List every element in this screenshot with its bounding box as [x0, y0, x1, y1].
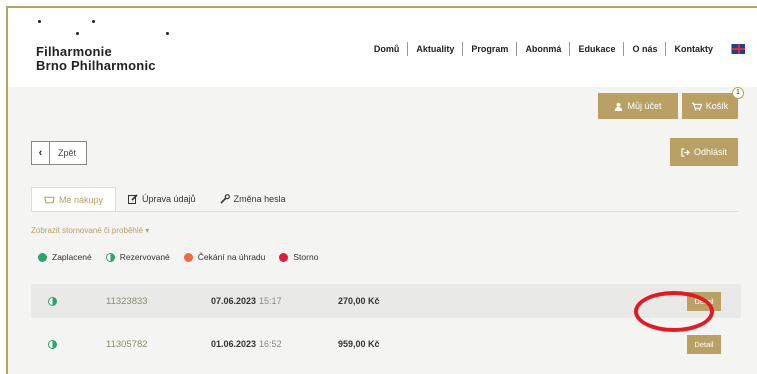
cart-icon	[44, 196, 55, 203]
legend-awaiting-payment: Čekání na úhradu	[183, 252, 266, 262]
order-date: 01.06.2023 16:52	[211, 339, 282, 349]
table-row: 11323833 07.06.2023 15:17 270,00 Kč Detai…	[31, 284, 741, 318]
legend-label: Čekání na úhradu	[197, 252, 266, 262]
tab-change-password[interactable]: Změna hesla	[208, 187, 298, 211]
table-row: 11305782 01.06.2023 16:52 959,00 Kč Detai…	[31, 327, 741, 361]
logout-button[interactable]: Odhlásit	[670, 138, 738, 166]
legend-label: Rezervované	[119, 252, 170, 262]
legend-label: Storno	[293, 252, 319, 262]
chevron-left-icon: ‹	[32, 142, 50, 164]
back-label: Zpět	[58, 148, 77, 158]
status-legend: Zaplacené Rezervované Čekání na úhradu S…	[38, 252, 318, 262]
uk-flag-icon[interactable]	[731, 44, 745, 54]
tabs-divider	[31, 211, 738, 212]
order-date-value: 01.06.2023	[211, 339, 257, 349]
awaiting-dot-icon	[183, 252, 193, 262]
tab-label: Mé nákupy	[59, 194, 104, 205]
legend-label: Zaplacené	[52, 252, 92, 262]
user-icon	[615, 102, 623, 111]
detail-button[interactable]: Detail	[687, 335, 721, 354]
order-date-value: 07.06.2023	[211, 296, 257, 306]
account-tabs: Mé nákupy Úprava údajů Změna hesla	[31, 187, 298, 211]
reserved-half-dot-icon	[48, 340, 57, 349]
nav-program[interactable]: Program	[462, 42, 516, 56]
logout-label: Odhlásit	[693, 147, 728, 157]
logo-dot	[76, 32, 79, 35]
order-price: 959,00 Kč	[338, 339, 380, 349]
filter-label: Zobrazit stornované či proběhlé	[31, 226, 144, 235]
tab-my-purchases[interactable]: Mé nákupy	[31, 187, 117, 211]
site-header: Filharmonie Brno Philharmonic Domů Aktua…	[8, 8, 757, 87]
order-time: 16:52	[259, 339, 282, 349]
edit-icon	[128, 194, 138, 204]
my-account-label: Můj účet	[627, 101, 662, 111]
order-number: 11305782	[106, 338, 148, 350]
paid-dot-icon	[38, 252, 47, 262]
legend-cancelled: Storno	[279, 252, 318, 262]
nav-contacts[interactable]: Kontakty	[665, 42, 721, 56]
order-date: 07.06.2023 15:17	[211, 296, 282, 306]
nav-home[interactable]: Domů	[366, 42, 408, 56]
show-cancelled-toggle[interactable]: Zobrazit stornované či proběhlé ▾	[31, 226, 149, 235]
cancelled-dot-icon	[279, 252, 289, 262]
tab-label: Úprava údajů	[142, 194, 196, 204]
nav-subscription[interactable]: Abonmá	[516, 42, 569, 56]
account-content: Můj účet Košík 1 ‹ Zpět Odhlásit Mé náku…	[8, 87, 757, 374]
order-number: 11323833	[106, 295, 148, 307]
logo-dot	[166, 32, 169, 35]
logo[interactable]: Filharmonie Brno Philharmonic	[36, 20, 196, 76]
tab-edit-details[interactable]: Úprava údajů	[116, 187, 208, 211]
nav-education[interactable]: Edukace	[569, 42, 623, 56]
logout-icon	[681, 147, 690, 157]
reserved-half-dot-icon	[105, 252, 115, 262]
order-price: 270,00 Kč	[338, 296, 380, 306]
tab-label: Změna hesla	[233, 194, 286, 204]
legend-paid: Zaplacené	[38, 252, 92, 262]
reserved-half-dot-icon	[48, 297, 57, 306]
logo-dot	[92, 20, 95, 23]
cart-count-badge: 1	[732, 87, 744, 99]
nav-about[interactable]: O nás	[623, 42, 665, 56]
logo-line2: Brno Philharmonic	[36, 58, 156, 73]
order-time: 15:17	[259, 296, 282, 306]
main-nav: Domů Aktuality Program Abonmá Edukace O …	[366, 42, 745, 56]
my-account-button[interactable]: Můj účet	[598, 93, 678, 119]
detail-button[interactable]: Detail	[687, 292, 721, 311]
back-button[interactable]: ‹ Zpět	[31, 141, 87, 165]
cart-label: Košík	[705, 101, 729, 111]
cart-icon	[691, 102, 702, 111]
logo-line1: Filharmonie	[36, 44, 112, 59]
chevron-down-icon: ▾	[145, 226, 150, 235]
legend-reserved: Rezervované	[105, 252, 170, 262]
nav-news[interactable]: Aktuality	[407, 42, 462, 56]
cart-button[interactable]: Košík 1	[682, 87, 744, 119]
wrench-icon	[220, 194, 230, 204]
logo-dot	[38, 20, 41, 23]
